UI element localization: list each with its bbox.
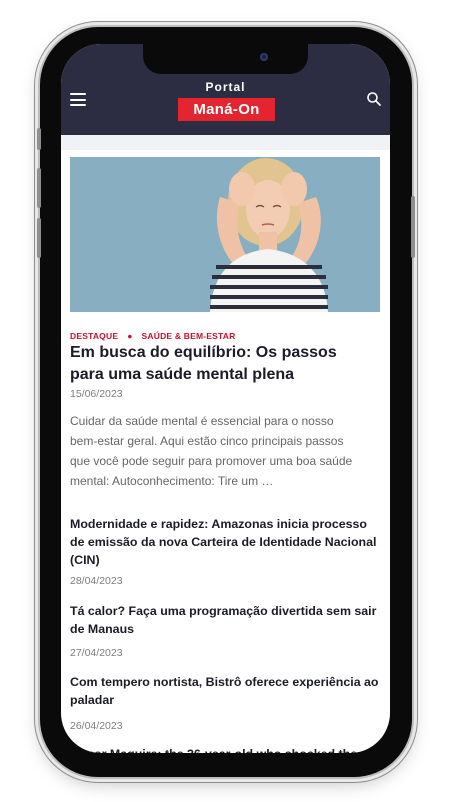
search-icon[interactable] <box>366 91 382 107</box>
content-top-strip <box>61 135 390 150</box>
brand-logo[interactable]: Maná-On <box>178 98 275 121</box>
article-date: 28/04/2023 <box>70 575 123 587</box>
article-date: 27/04/2023 <box>70 647 123 659</box>
category-separator-dot: ● <box>127 331 133 341</box>
category-saude-bem-estar[interactable]: SAÚDE & BEM-ESTAR <box>142 331 236 341</box>
front-camera <box>260 53 268 61</box>
article-title[interactable]: Conor Maguire: the 26-year-old who shock… <box>70 745 380 753</box>
article-date: 26/04/2023 <box>70 720 123 732</box>
featured-categories: DESTAQUE ● SAÚDE & BEM-ESTAR <box>70 331 235 341</box>
hamburger-menu-icon[interactable] <box>70 93 86 106</box>
phone-power-button <box>411 196 415 258</box>
main-content: DESTAQUE ● SAÚDE & BEM-ESTAR Em busca do e… <box>61 135 390 753</box>
phone-volume-up-button <box>37 168 41 208</box>
phone-screen: Portal Maná-On DESTAQUE ● SAÚDE & BEM-ES… <box>61 44 390 753</box>
phone-side-button <box>37 128 41 150</box>
article-title[interactable]: Modernidade e rapidez: Amazonas inicia p… <box>70 515 380 569</box>
phone-volume-down-button <box>37 218 41 258</box>
category-destaque[interactable]: DESTAQUE <box>70 331 118 341</box>
featured-article-title[interactable]: Em busca do equilíbrio: Os passos para u… <box>70 342 370 386</box>
phone-notch <box>143 44 308 74</box>
featured-article-excerpt: Cuidar da saúde mental é essencial para … <box>70 414 353 488</box>
featured-article-date: 15/06/2023 <box>70 388 123 400</box>
featured-article-image[interactable] <box>70 157 380 312</box>
article-title[interactable]: Com tempero nortista, Bistrô oferece exp… <box>70 673 380 709</box>
brand-portal-label: Portal <box>205 80 246 94</box>
article-title[interactable]: Tá calor? Faça uma programação divertida… <box>70 602 380 638</box>
